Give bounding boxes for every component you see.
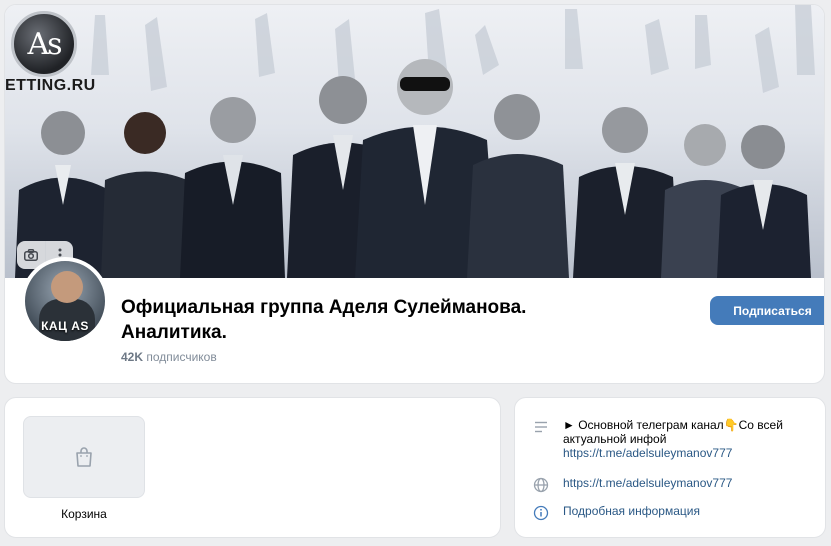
cart-label[interactable]: Корзина bbox=[23, 507, 145, 521]
cover-image[interactable]: As ETTING.RU bbox=[5, 5, 824, 278]
subscribers-count[interactable]: 42K подписчиков bbox=[121, 350, 217, 364]
camera-icon-svg bbox=[24, 249, 38, 261]
subscribers-label: подписчиков bbox=[146, 350, 217, 364]
globe-icon bbox=[533, 477, 549, 493]
subscribers-number: 42K bbox=[121, 350, 144, 364]
avatar-figure-head bbox=[51, 271, 83, 303]
website-row: https://t.me/adelsuleymanov777 bbox=[533, 476, 808, 493]
group-avatar[interactable]: КАЦ AS bbox=[21, 257, 109, 345]
cart-thumbnail[interactable] bbox=[23, 416, 145, 498]
more-info-row: Подробная информация bbox=[533, 504, 808, 521]
text-lines-icon bbox=[533, 419, 549, 435]
page-title: Официальная группа Аделя Сулейманова. Ан… bbox=[121, 297, 527, 343]
website-link[interactable]: https://t.me/adelsuleymanov777 bbox=[563, 476, 808, 490]
description-block: ► Основной телеграм канал👇Со всей актуал… bbox=[563, 418, 808, 460]
cover-logo: As bbox=[11, 11, 77, 77]
shop-card: Корзина bbox=[4, 397, 501, 538]
group-header-card: As ETTING.RU КАЦ AS Официальная группа А… bbox=[4, 4, 825, 384]
cover-logo-caption: ETTING.RU bbox=[5, 77, 96, 94]
cover-illustration bbox=[15, 5, 815, 278]
description-row: ► Основной телеграм канал👇Со всей актуал… bbox=[533, 418, 808, 460]
info-card: ► Основной телеграм канал👇Со всей актуал… bbox=[514, 397, 826, 538]
cover-logo-text: As bbox=[27, 26, 62, 62]
text-lines-icon-svg bbox=[535, 421, 547, 433]
description-link[interactable]: https://t.me/adelsuleymanov777 bbox=[563, 446, 732, 460]
subscribe-button[interactable]: Подписаться bbox=[710, 296, 824, 325]
shopping-bag-icon bbox=[76, 447, 92, 467]
globe-icon-svg bbox=[533, 477, 549, 493]
description-text: ► Основной телеграм канал👇Со всей актуал… bbox=[563, 418, 783, 446]
more-info-link[interactable]: Подробная информация bbox=[563, 504, 808, 518]
info-icon-svg bbox=[533, 505, 549, 521]
info-icon bbox=[533, 505, 549, 521]
avatar-caption: КАЦ AS bbox=[41, 319, 89, 333]
